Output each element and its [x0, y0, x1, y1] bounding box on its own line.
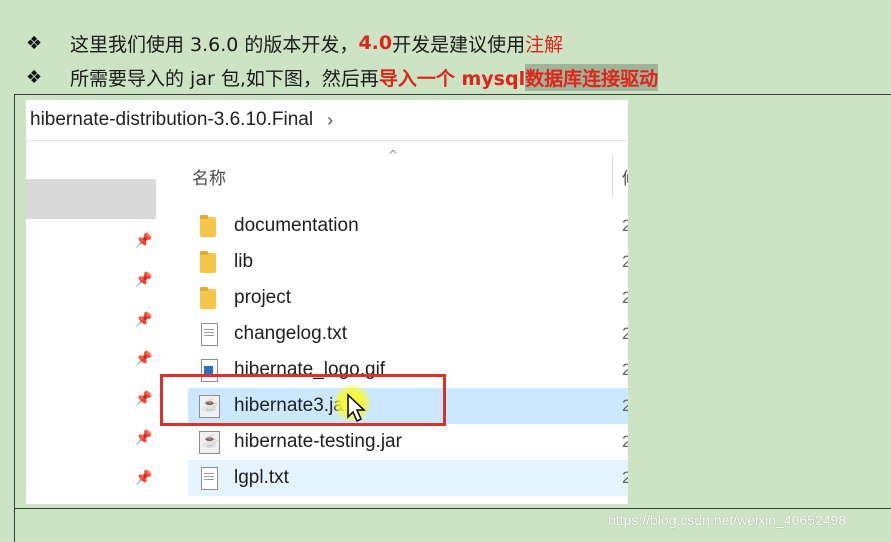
- file-date-clipped: 2: [622, 468, 628, 487]
- file-date-clipped: 2: [622, 216, 628, 235]
- pin-icon[interactable]: 📌: [134, 231, 154, 251]
- folder-icon: [196, 249, 222, 275]
- file-date-clipped: 2: [622, 252, 628, 271]
- bullet-line-2: ❖ 所需要导入的 jar 包,如下图，然后再 导入一个 mysql 数据库连接驱…: [26, 61, 659, 93]
- pin-icon[interactable]: 📌: [134, 349, 154, 369]
- watermark: https://blog.csdn.net/weixin_40652498: [608, 512, 847, 528]
- column-header-name[interactable]: 名称: [192, 164, 226, 189]
- line1-version-red: 4.0: [358, 32, 393, 54]
- mouse-pointer-icon: [347, 393, 366, 423]
- bullet-diamond-icon: ❖: [26, 66, 43, 88]
- file-name: lgpl.txt: [234, 467, 289, 488]
- line1-text-prefix: 这里我们使用 3.6.0 的版本开发，: [70, 33, 359, 56]
- line2-text-prefix: 所需要导入的 jar 包,如下图，然后再: [70, 67, 379, 90]
- file-row[interactable]: project 2: [188, 280, 628, 316]
- file-name: documentation: [234, 215, 359, 236]
- pin-icon[interactable]: 📌: [134, 468, 154, 488]
- file-row[interactable]: lgpl.txt 2: [188, 460, 628, 496]
- file-date-clipped: 2: [622, 360, 628, 379]
- line2-mysql-red: 导入一个 mysql: [378, 67, 526, 90]
- file-name: hibernate-testing.jar: [234, 431, 402, 452]
- file-date-clipped: 2: [622, 432, 628, 451]
- pin-icon[interactable]: 📌: [134, 270, 154, 290]
- file-name: lib: [234, 251, 254, 272]
- line2-driver-highlight: 数据库连接驱动: [525, 63, 659, 91]
- pin-icon[interactable]: 📌: [134, 428, 154, 448]
- highlight-annotation-box: [160, 374, 446, 426]
- slide-bottom-rule: [14, 508, 891, 509]
- file-explorer-window: hibernate-distribution-3.6.10.Final › 📌 …: [26, 100, 628, 504]
- file-row[interactable]: hibernate-testing.jar 2: [188, 424, 628, 460]
- folder-icon: [196, 285, 222, 311]
- folder-icon: [196, 213, 222, 239]
- column-divider[interactable]: [612, 155, 613, 197]
- bullet-line-1: ❖ 这里我们使用 3.6.0 的版本开发， 4.0 开发是建议使用 注解: [26, 27, 563, 59]
- file-name: project: [234, 287, 292, 308]
- column-header-modified[interactable]: 修: [622, 164, 628, 189]
- breadcrumb[interactable]: hibernate-distribution-3.6.10.Final ›: [26, 100, 628, 141]
- file-row[interactable]: lib 2: [188, 244, 628, 280]
- file-row[interactable]: documentation 2: [188, 208, 628, 244]
- line1-annotation-red: 注解: [525, 33, 564, 56]
- pin-icon[interactable]: 📌: [134, 389, 154, 409]
- bullet-diamond-icon: ❖: [26, 32, 43, 54]
- jar-file-icon: [196, 429, 222, 455]
- file-date-clipped: 2: [622, 396, 628, 415]
- breadcrumb-folder[interactable]: hibernate-distribution-3.6.10.Final: [30, 109, 313, 131]
- line1-text-middle: 开发是建议使用: [392, 33, 526, 56]
- text-file-icon: [196, 321, 222, 347]
- chevron-right-icon[interactable]: ›: [327, 110, 333, 131]
- file-date-clipped: 2: [622, 288, 628, 307]
- file-name: changelog.txt: [234, 323, 348, 344]
- nav-selected-item[interactable]: [26, 179, 156, 219]
- sort-ascending-icon: ^: [388, 148, 399, 162]
- pin-icon[interactable]: 📌: [134, 310, 154, 330]
- file-row[interactable]: changelog.txt 2: [188, 316, 628, 352]
- navigation-pane: 📌 📌 📌 📌 📌 📌 📌: [26, 155, 186, 504]
- file-date-clipped: 2: [622, 324, 628, 343]
- text-file-icon: [196, 465, 222, 491]
